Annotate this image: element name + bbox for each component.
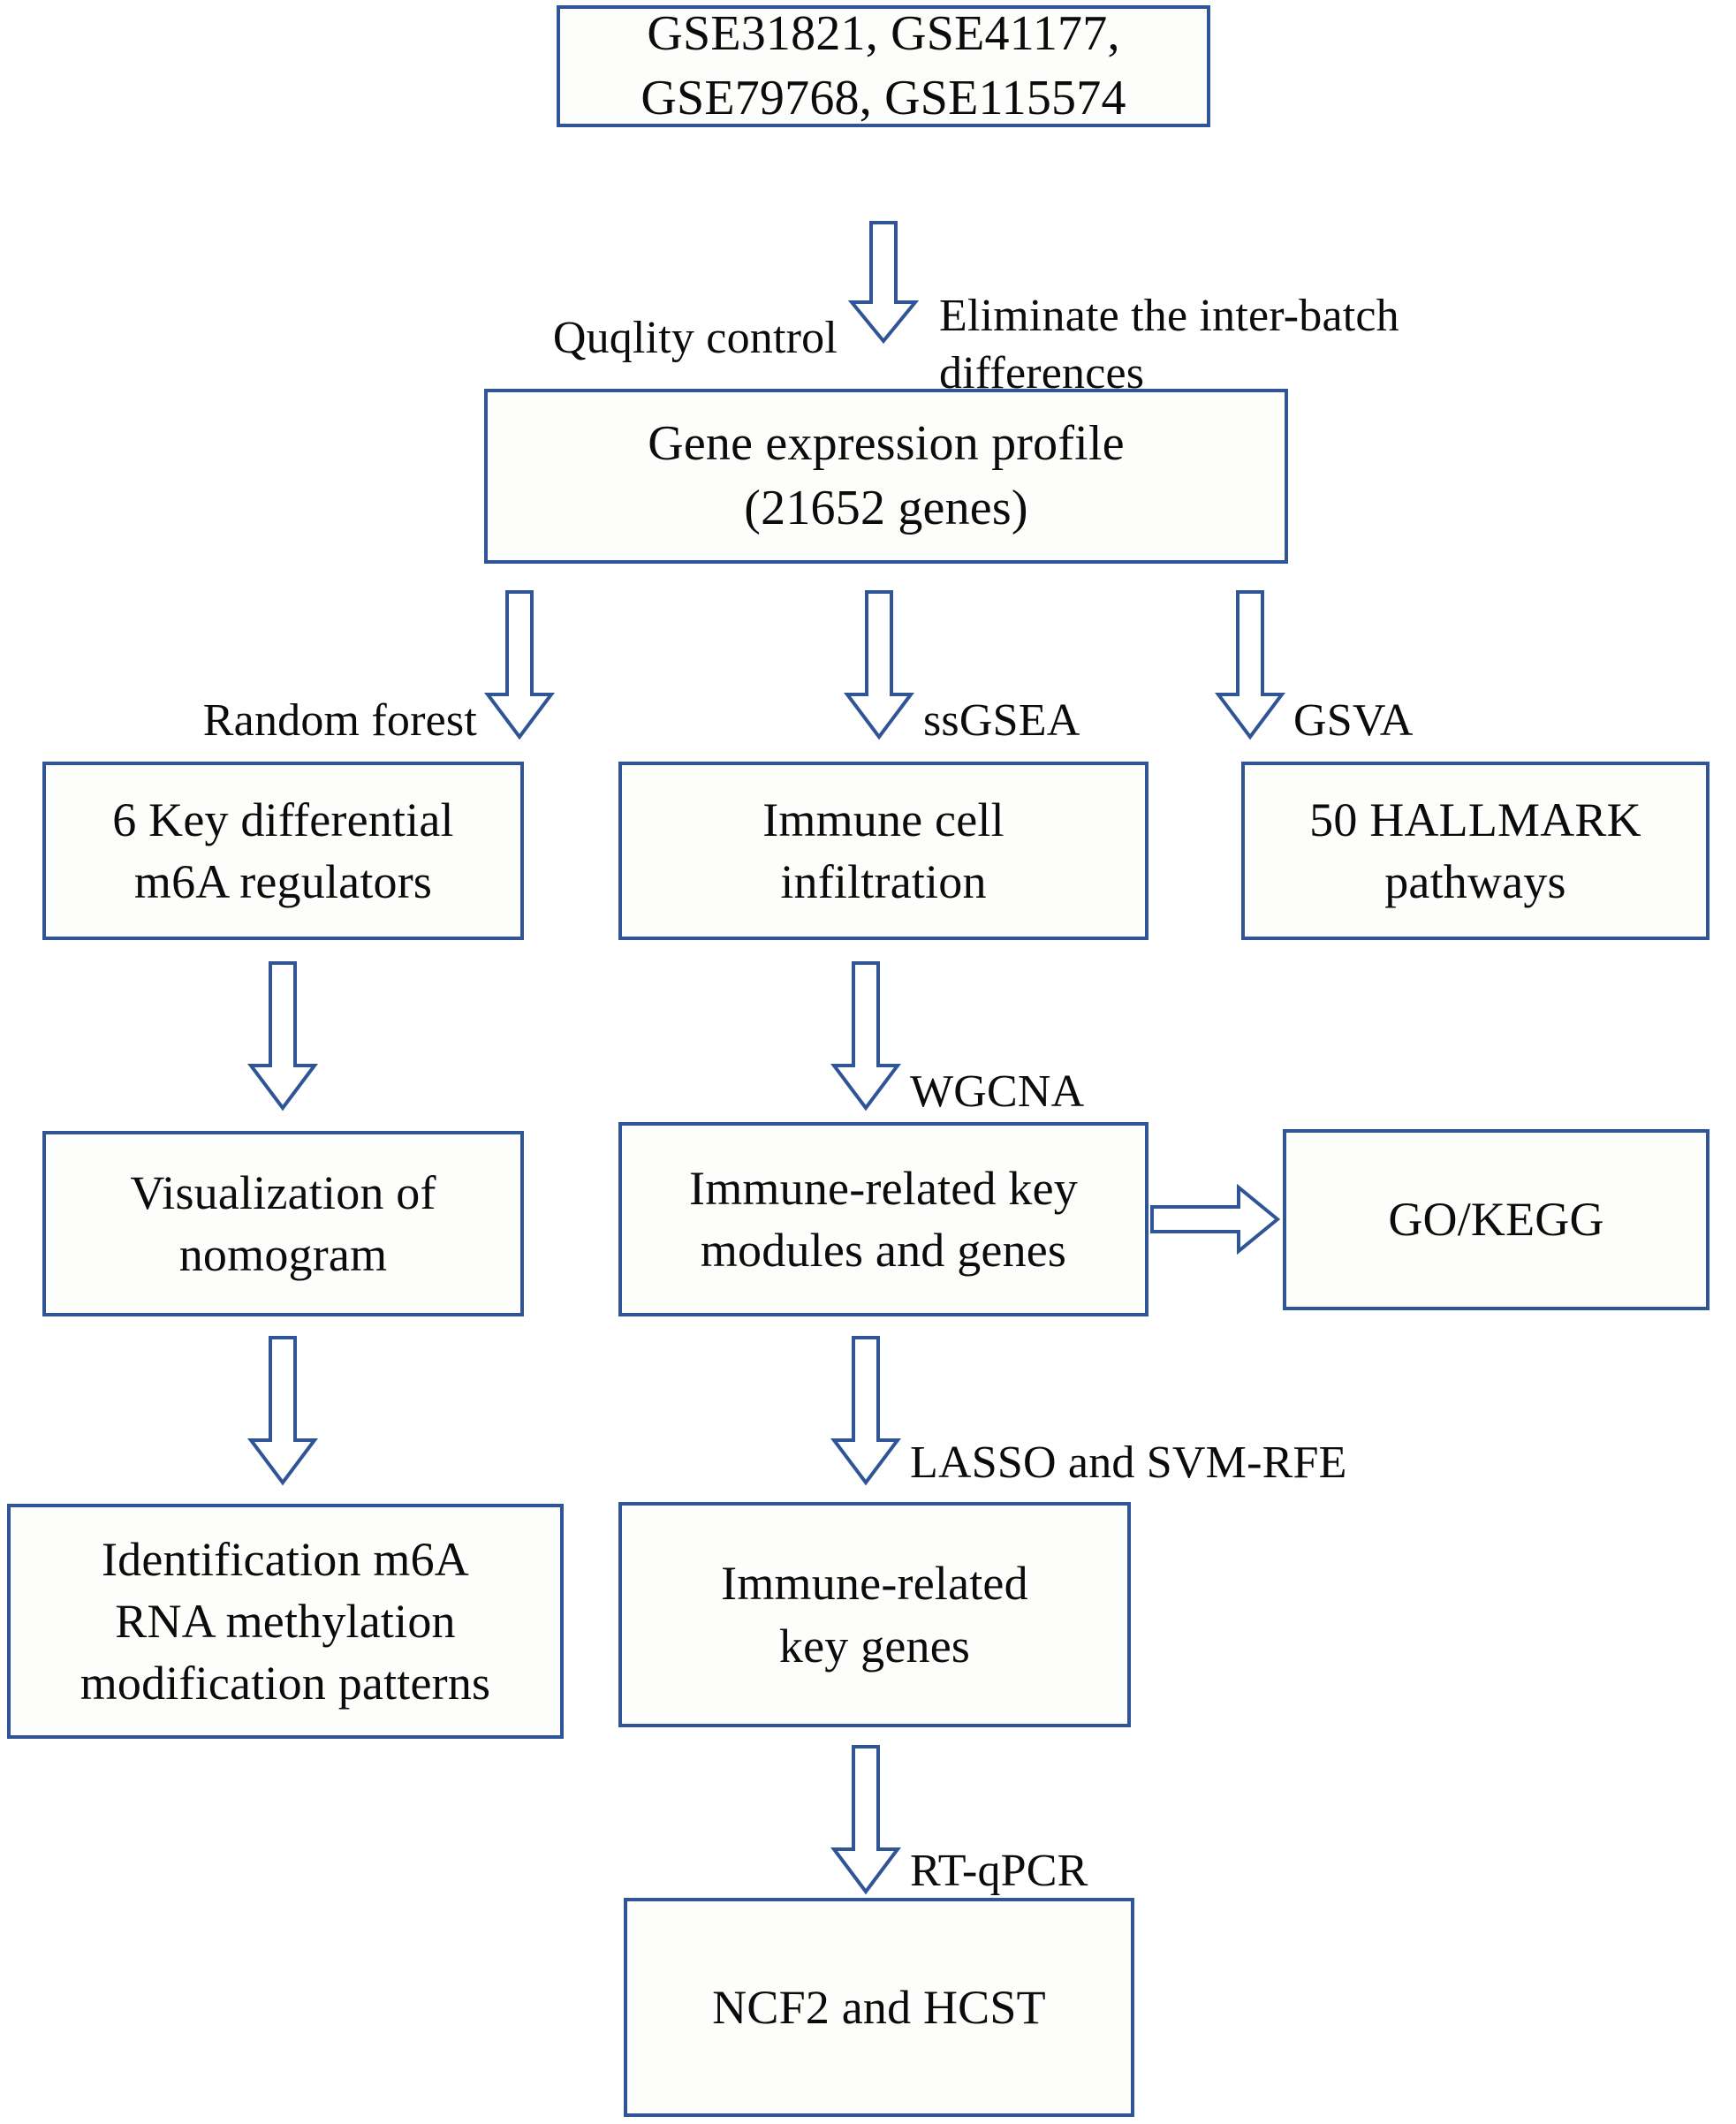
node-nomogram: Visualization of nomogram: [42, 1131, 524, 1316]
node-gene-profile: Gene expression profile (21652 genes): [484, 389, 1288, 564]
node-gene-profile-label: Gene expression profile (21652 genes): [648, 416, 1125, 535]
node-go-kegg: GO/KEGG: [1283, 1129, 1709, 1310]
node-m6a-regulators-label: 6 Key differential m6A regulators: [112, 793, 454, 908]
node-key-genes: Immune-related key genes: [618, 1502, 1131, 1727]
edge-label-rt-qpcr-text: RT-qPCR: [910, 1846, 1088, 1896]
node-datasets-label: GSE31821, GSE41177, GSE79768, GSE115574: [641, 6, 1126, 125]
node-key-modules-label: Immune-related key modules and genes: [689, 1161, 1078, 1277]
edge-label-lasso-svmrfe: LASSO and SVM-RFE: [910, 1377, 1670, 1491]
arrow-key-genes-to-final: [830, 1745, 901, 1895]
node-immune-infiltration: Immune cell infiltration: [618, 762, 1148, 940]
edge-label-inter-batch: Eliminate the inter-batch differences: [939, 230, 1646, 402]
node-hallmark-pathways-label: 50 HALLMARK pathways: [1309, 793, 1641, 908]
node-m6a-regulators: 6 Key differential m6A regulators: [42, 762, 524, 940]
node-hallmark-pathways: 50 HALLMARK pathways: [1241, 762, 1709, 940]
edge-label-inter-batch-text: Eliminate the inter-batch differences: [939, 291, 1399, 398]
arrow-profile-to-m6a-regulators: [484, 590, 555, 740]
edge-label-gsva-text: GSVA: [1293, 695, 1414, 746]
edge-label-gsva: GSVA: [1293, 634, 1611, 749]
edge-label-random-forest: Random forest: [97, 634, 477, 749]
arrow-nomogram-to-m6a-patterns: [247, 1336, 318, 1486]
edge-label-quality-control: Quqlity control: [484, 252, 838, 367]
edge-label-ssgsea-text: ssGSEA: [923, 695, 1080, 746]
node-key-genes-label: Immune-related key genes: [721, 1557, 1028, 1673]
arrow-key-modules-to-key-genes: [830, 1336, 901, 1486]
edge-label-rt-qpcr: RT-qPCR: [910, 1785, 1369, 1900]
arrow-key-modules-to-go-kegg: [1150, 1183, 1281, 1255]
arrow-profile-to-immune-infiltration: [844, 590, 914, 740]
edge-label-wgcna: WGCNA: [910, 1005, 1281, 1120]
node-nomogram-label: Visualization of nomogram: [130, 1165, 436, 1281]
node-m6a-patterns-label: Identification m6A RNA methylation modif…: [80, 1532, 491, 1711]
edge-label-random-forest-text: Random forest: [202, 695, 477, 746]
edge-label-wgcna-text: WGCNA: [910, 1066, 1085, 1117]
node-key-modules: Immune-related key modules and genes: [618, 1122, 1148, 1316]
node-final-genes-label: NCF2 and HCST: [712, 1980, 1046, 2034]
node-final-genes: NCF2 and HCST: [624, 1898, 1134, 2117]
flowchart-canvas: GSE31821, GSE41177, GSE79768, GSE115574 …: [0, 0, 1736, 2124]
node-go-kegg-label: GO/KEGG: [1388, 1193, 1604, 1247]
arrow-profile-to-hallmark: [1215, 590, 1285, 740]
arrow-m6a-regulators-to-nomogram: [247, 961, 318, 1111]
node-immune-infiltration-label: Immune cell infiltration: [762, 793, 1004, 908]
arrow-infiltration-to-key-modules: [830, 961, 901, 1111]
node-datasets: GSE31821, GSE41177, GSE79768, GSE115574: [557, 5, 1210, 127]
arrow-datasets-to-profile: [847, 221, 920, 345]
node-m6a-patterns: Identification m6A RNA methylation modif…: [7, 1504, 564, 1739]
edge-label-quality-control-text: Quqlity control: [552, 313, 838, 363]
edge-label-lasso-svmrfe-text: LASSO and SVM-RFE: [910, 1437, 1347, 1488]
